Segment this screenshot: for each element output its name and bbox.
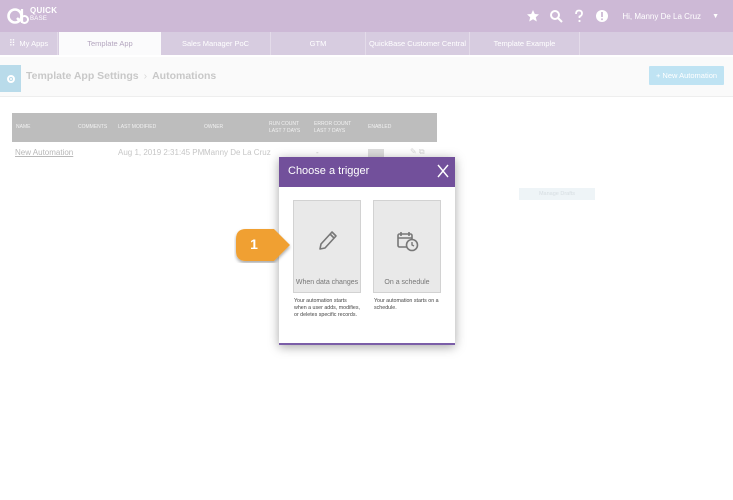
column-header-comments[interactable]: COMMENTS — [78, 113, 107, 142]
pencil-icon — [319, 231, 337, 250]
trigger-option-data-changes[interactable]: When data changes — [293, 200, 361, 293]
manage-drafts-button[interactable]: Manage Drafts — [519, 188, 595, 200]
tab-gtm[interactable]: GTM — [271, 32, 366, 55]
trigger-option-label: On a schedule — [384, 279, 430, 286]
column-header-error-count[interactable]: ERROR COUNT LAST 7 DAYS — [314, 113, 354, 142]
column-header-enabled[interactable]: ENABLED — [368, 113, 391, 142]
tab-my-apps[interactable]: ⠿ My Apps — [0, 32, 58, 55]
quickbase-logo[interactable] — [7, 5, 29, 27]
tab-label: GTM — [309, 39, 327, 48]
close-icon[interactable] — [437, 164, 449, 178]
enabled-toggle[interactable] — [368, 149, 384, 157]
alert-icon[interactable] — [595, 9, 609, 23]
new-automation-button[interactable]: + New Automation — [649, 66, 724, 85]
grid-icon: ⠿ — [8, 38, 16, 48]
tab-template-app[interactable]: Template App — [59, 32, 161, 55]
trigger-option-schedule[interactable]: On a schedule — [373, 200, 441, 293]
dialog-title: Choose a trigger — [288, 165, 370, 177]
last-modified-cell: Aug 1, 2019 2:31:45 PM — [118, 148, 205, 157]
tab-label: QuickBase Customer Central — [368, 39, 467, 48]
tab-sales-manager-poc[interactable]: Sales Manager PoC — [161, 32, 271, 55]
column-header-run-count[interactable]: RUN COUNT LAST 7 DAYS — [269, 113, 307, 142]
dialog-header: Choose a trigger — [279, 157, 455, 187]
settings-gear-button[interactable] — [0, 65, 21, 92]
trigger-option-label: When data changes — [295, 279, 359, 286]
trigger-option-description: Your automation starts on a schedule. — [374, 298, 439, 311]
logo-wordmark: QUICK BASE — [30, 6, 58, 22]
tab-label: My Apps — [19, 39, 49, 48]
breadcrumb-current: Automations — [152, 70, 217, 82]
breadcrumb: Template App Settings › Automations — [26, 70, 216, 82]
tab-label: Template App — [87, 39, 133, 48]
star-icon[interactable] — [526, 9, 540, 23]
breadcrumb-root[interactable]: Template App Settings — [26, 70, 139, 82]
page-header: Template App Settings › Automations + Ne… — [0, 57, 733, 97]
choose-trigger-dialog: Choose a trigger When data changes Your … — [279, 157, 455, 345]
owner-cell: Manny De La Cruz — [204, 148, 271, 157]
calendar-clock-icon — [397, 232, 419, 252]
row-action-icons[interactable]: ✎ ⧉ — [410, 147, 425, 157]
automations-table-header: NAME COMMENTS LAST MODIFIED OWNER RUN CO… — [12, 113, 437, 142]
column-header-last-modified[interactable]: LAST MODIFIED — [118, 113, 156, 142]
help-icon[interactable] — [572, 9, 586, 23]
column-header-owner[interactable]: OWNER — [204, 113, 223, 142]
chevron-down-icon[interactable]: ▼ — [712, 13, 719, 20]
trigger-option-description: Your automation starts when a user adds,… — [294, 298, 360, 318]
tab-template-example[interactable]: Template Example — [470, 32, 580, 55]
tab-label: Template Example — [493, 39, 556, 48]
header-actions: Hi, Manny De La Cruz ▼ — [526, 8, 719, 24]
automation-name-link[interactable]: New Automation — [15, 148, 73, 157]
gear-icon — [6, 74, 15, 83]
tab-label: Sales Manager PoC — [181, 39, 250, 48]
column-header-name[interactable]: NAME — [16, 113, 30, 142]
app-tabs: ⠿ My Apps Template App Sales Manager PoC… — [0, 32, 733, 55]
breadcrumb-separator: › — [143, 70, 148, 82]
search-icon[interactable] — [549, 9, 564, 23]
tab-quickbase-customer-central[interactable]: QuickBase Customer Central — [366, 32, 470, 55]
step-number: 1 — [250, 236, 258, 252]
run-count-cell: - — [316, 148, 319, 157]
top-bar: QUICK BASE Hi, Manny De La Cruz ▼ — [0, 0, 733, 32]
user-menu[interactable]: Hi, Manny De La Cruz — [622, 12, 701, 21]
